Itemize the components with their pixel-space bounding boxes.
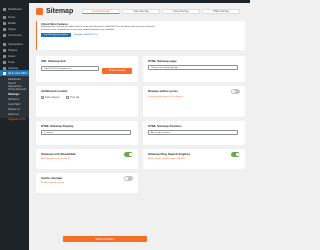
sitemap-link-card: Sitemap Link Show/Hide Add Sitemap link …: [36, 149, 138, 169]
card-description: Add Sitemap link to the footer: [41, 158, 70, 160]
plugins-icon: [3, 48, 6, 52]
toggle-knob: [231, 89, 235, 93]
html-sitemap-card: HTML Sitemap page Choose Your Sitemap Pa…: [143, 56, 245, 82]
pages-icon: [3, 27, 6, 31]
tab-video-sitemap[interactable]: Video Sitemap: [122, 9, 160, 14]
tools-icon: [3, 60, 6, 64]
aioseo-logo-icon: [36, 8, 43, 15]
post-tag-checkbox[interactable]: Post tag: [66, 96, 79, 99]
card-title: Additional content: [41, 89, 68, 93]
card-title: Display author posts: [148, 89, 178, 93]
appearance-icon: [3, 42, 6, 46]
card-title: HTML Sitemap page: [148, 59, 177, 63]
author-posts-toggle[interactable]: [231, 89, 240, 94]
upgrade-notice: Unlock More Features By purchasing a lic…: [36, 21, 245, 50]
card-description: Notify Google and Bing about updates: [148, 158, 185, 160]
card-description: Enable sitemap caching: [41, 182, 65, 184]
checkbox-box[interactable]: [41, 96, 44, 99]
toggle-knob: [129, 152, 133, 156]
sidebar-item-comments[interactable]: Comments: [0, 32, 29, 38]
open-sitemap-button[interactable]: OPEN SITEMAP: [102, 68, 132, 74]
card-title: HTML Sitemap Display: [41, 124, 74, 128]
card-title: Sitemap Link Show/Hide: [41, 152, 76, 156]
toggle-knob: [236, 152, 240, 156]
admin-sidebar: Dashboard Posts Media Pages Comments App…: [0, 0, 29, 250]
sitemap-url-input[interactable]: http://127.0.0.1/sitemap.xml: [41, 66, 99, 71]
post-category-checkbox[interactable]: Post category: [41, 96, 60, 99]
ping-card: Sitemap Ping Search Engines Notify Googl…: [143, 149, 245, 169]
media-icon: [3, 21, 6, 25]
upgrade-link[interactable]: Upgrade to AIOSEO Pro: [74, 34, 98, 36]
card-title: Cache sitemap: [41, 176, 63, 180]
tab-html-sitemap[interactable]: HTML Sitemap: [202, 9, 240, 14]
url-sitemap-card: URL Sitemap link http://127.0.0.1/sitema…: [36, 56, 138, 82]
posts-icon: [3, 15, 6, 19]
cache-sitemap-card: Cache sitemap Enable sitemap caching: [36, 173, 138, 193]
main-content: Sitemap General Sitemap Video Sitemap Ne…: [29, 3, 250, 250]
sitemap-link-toggle[interactable]: [124, 152, 133, 157]
page-title: Sitemap: [46, 8, 74, 15]
sitemap-page-select[interactable]: Choose Your Sitemap Page: [148, 65, 238, 70]
card-title: Sitemap Ping Search Engines: [148, 152, 191, 156]
tab-news-sitemap[interactable]: News Sitemap: [162, 9, 200, 14]
display-select[interactable]: 1 column: [41, 130, 131, 135]
tab-bar: General Sitemap Video Sitemap News Sitem…: [82, 9, 240, 14]
cache-toggle[interactable]: [124, 176, 133, 181]
users-icon: [3, 54, 6, 58]
save-changes-button[interactable]: SAVE CHANGES: [63, 236, 147, 242]
card-title: HTML Sitemap Position: [148, 124, 182, 128]
card-title: URL Sitemap link: [41, 59, 66, 63]
aioseo-icon: [3, 71, 6, 75]
checkbox-box[interactable]: [66, 96, 69, 99]
position-select[interactable]: After Page Content: [148, 130, 238, 135]
dashboard-icon: [3, 7, 6, 11]
additional-content-card: Additional content Post category Post ta…: [36, 86, 138, 117]
tab-general-sitemap[interactable]: General Sitemap: [82, 9, 120, 14]
author-posts-card: Display author posts Include author post…: [143, 86, 245, 117]
ping-toggle[interactable]: [231, 152, 240, 157]
submenu-item-upgrade[interactable]: Upgrade to Pro: [0, 117, 29, 123]
upgrade-options-button[interactable]: See All Upgrade Options: [41, 33, 71, 37]
sitemap-display-card: HTML Sitemap Display 1 column: [36, 121, 138, 145]
comments-icon: [3, 33, 6, 37]
card-description: Include author posts on the sitemap: [148, 96, 183, 98]
sidebar-item-dashboard[interactable]: Dashboard: [0, 6, 29, 12]
sitemap-position-card: HTML Sitemap Position After Page Content: [143, 121, 245, 145]
toggle-knob: [124, 176, 128, 180]
